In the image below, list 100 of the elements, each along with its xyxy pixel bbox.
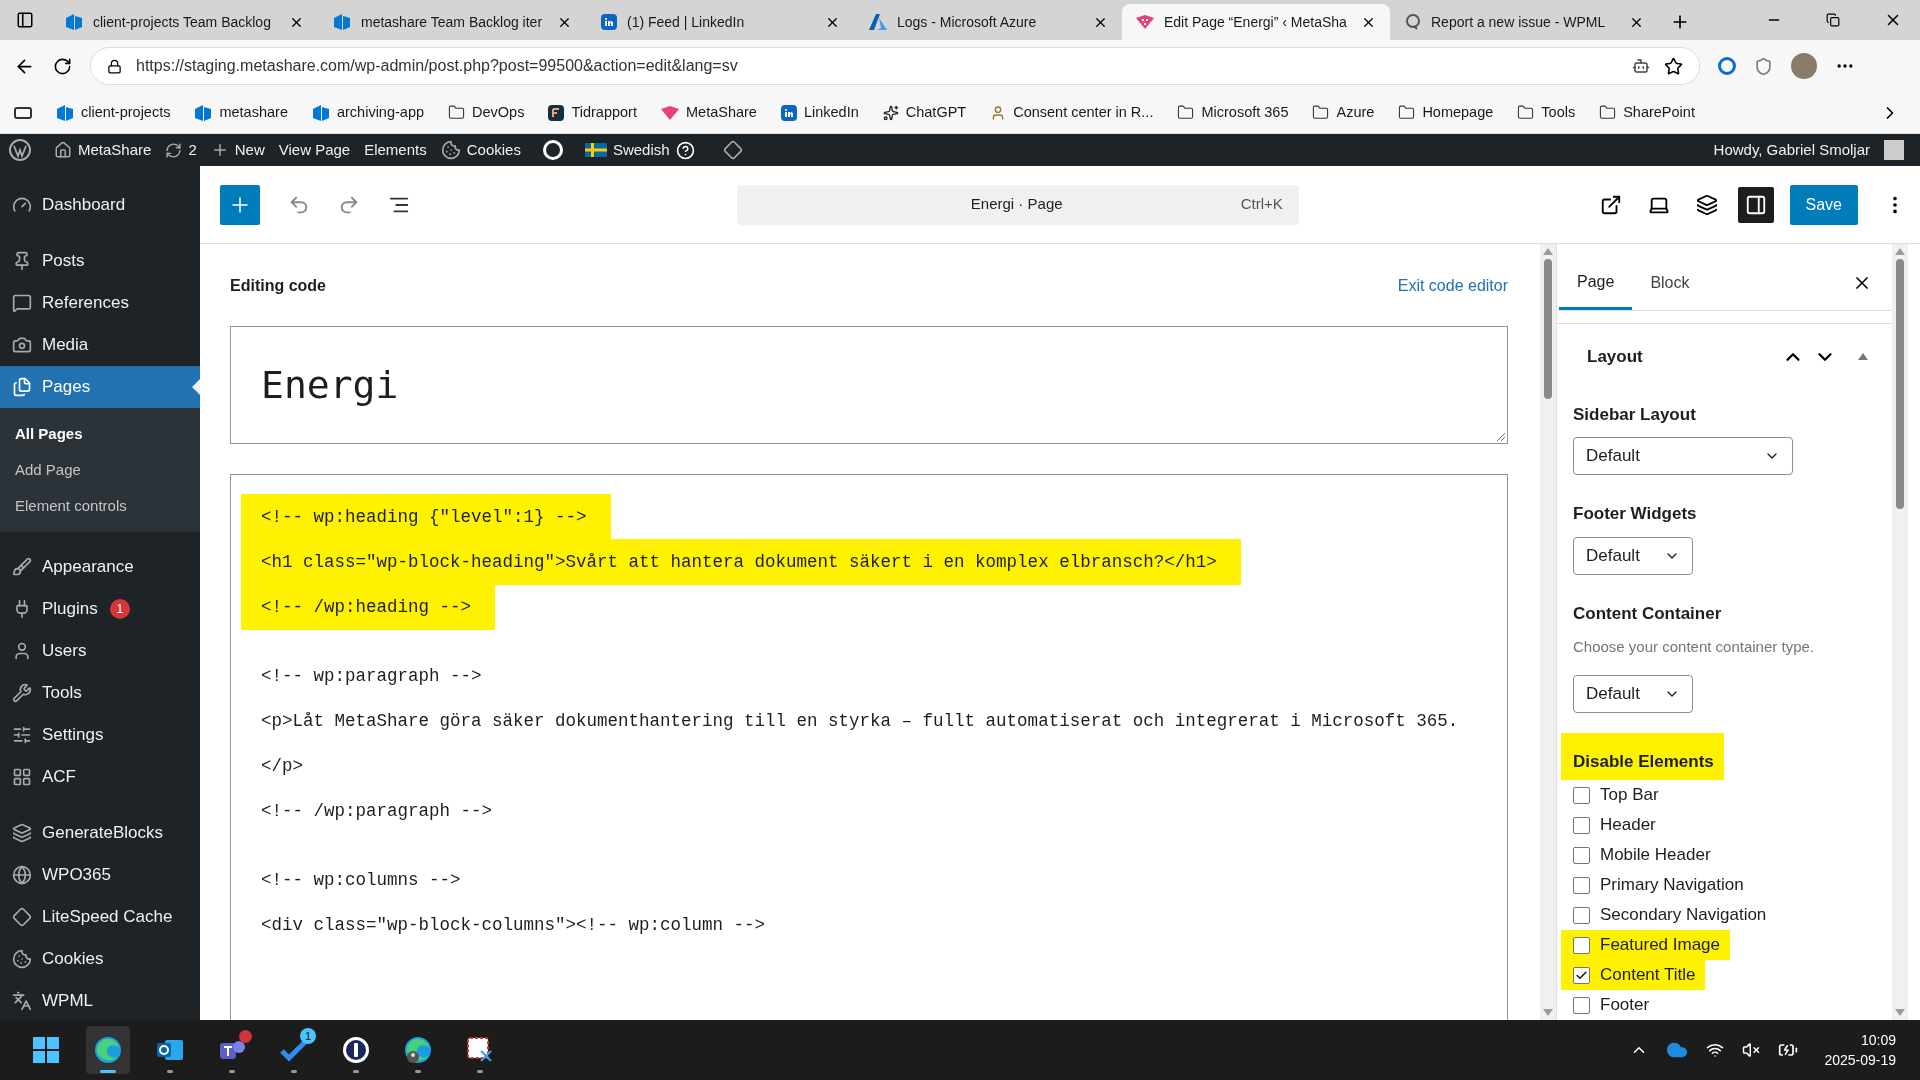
- address-field[interactable]: https://staging.metashare.com/wp-admin/post.php?post=99500&action=edit&lang=sv: [90, 47, 1700, 85]
- checkbox-row[interactable]: Header: [1573, 810, 1666, 840]
- menu-item[interactable]: Posts: [0, 240, 200, 282]
- command-bar[interactable]: Energi · Page Ctrl+K: [736, 184, 1299, 225]
- sidebar-tab[interactable]: Block: [1632, 256, 1708, 311]
- keyhole-circle-icon: [341, 1035, 371, 1065]
- clock[interactable]: 10:09 2025-09-19: [1824, 1030, 1896, 1070]
- mute-icon[interactable]: [1742, 1041, 1761, 1059]
- layers-icon: [12, 823, 32, 843]
- browser-tab[interactable]: (1) Feed | LinkedIn: [586, 4, 854, 40]
- updates-link[interactable]: 2: [165, 138, 197, 162]
- browser-tab[interactable]: Logs - Microsoft Azure: [854, 4, 1122, 40]
- select-dropdown[interactable]: Default: [1573, 674, 1693, 713]
- menu-item[interactable]: Plugins 1: [0, 588, 200, 630]
- menu-item[interactable]: Cookies: [0, 938, 200, 980]
- cube-grid-icon: [1136, 15, 1154, 29]
- checkbox-row[interactable]: Content Title: [1561, 960, 1706, 990]
- checkbox[interactable]: [1573, 936, 1590, 954]
- cube-grid-icon: [661, 105, 679, 120]
- diamond-icon[interactable]: [722, 140, 743, 160]
- sidebar-toggle-button[interactable]: [1737, 186, 1774, 223]
- select-dropdown[interactable]: Default: [1573, 437, 1793, 475]
- browser-tab[interactable]: metashare Team Backlog iter: [318, 4, 586, 40]
- layers-icon[interactable]: [1695, 193, 1718, 216]
- bookmark[interactable]: metashare: [194, 101, 288, 124]
- checkbox[interactable]: [1573, 786, 1590, 804]
- browser-tab[interactable]: client-projects Team Backlog: [50, 4, 318, 40]
- wordpress-logo-icon[interactable]: [8, 138, 32, 162]
- password-extension-icon[interactable]: [1718, 57, 1736, 75]
- external-link-icon[interactable]: [1599, 193, 1622, 216]
- bookmark[interactable]: Homepage: [1398, 101, 1494, 124]
- taskbar-app[interactable]: 1: [272, 1026, 316, 1074]
- view-page-link[interactable]: View Page: [278, 138, 351, 162]
- q-logo-icon[interactable]: [542, 140, 563, 160]
- greeting[interactable]: Howdy, Gabriel Smoljar: [1713, 138, 1870, 162]
- bookmark[interactable]: Tools: [1517, 101, 1576, 124]
- checkbox-row[interactable]: Top Bar: [1573, 780, 1669, 810]
- menu-item[interactable]: WPML: [0, 980, 200, 1020]
- taskbar-app[interactable]: [86, 1026, 130, 1074]
- bookmark[interactable]: client-projects: [56, 101, 171, 124]
- submenu-item[interactable]: Add Page: [0, 452, 200, 488]
- cookie-icon: [12, 949, 32, 969]
- bookmark[interactable]: LinkedIn: [780, 101, 859, 124]
- bookmark[interactable]: archiving-app: [311, 101, 425, 124]
- menu-item[interactable]: ACF: [0, 756, 200, 798]
- add-block-button[interactable]: [220, 184, 260, 225]
- menu-item[interactable]: Users: [0, 630, 200, 672]
- favorite-star-icon[interactable]: [1664, 56, 1683, 76]
- menu-item[interactable]: Appearance: [0, 546, 200, 588]
- reload-icon[interactable]: [53, 56, 72, 76]
- bookmark[interactable]: SharePoint: [1599, 101, 1695, 124]
- bookmark[interactable]: ChatGPT: [882, 101, 967, 124]
- bookmark[interactable]: MetaShare: [661, 101, 757, 124]
- checkbox[interactable]: [1573, 996, 1590, 1014]
- browser-tab[interactable]: Report a new issue - WPML: [1390, 4, 1658, 40]
- checkbox-row[interactable]: Secondary Navigation: [1573, 900, 1777, 930]
- menu-item[interactable]: GenerateBlocks: [0, 812, 200, 854]
- wifi-icon[interactable]: [1706, 1041, 1725, 1059]
- checkbox-row[interactable]: Footer: [1573, 990, 1660, 1020]
- checkbox-row[interactable]: Mobile Header: [1573, 840, 1721, 870]
- checkbox[interactable]: [1573, 906, 1590, 924]
- bookmark[interactable]: Consent center in R...: [990, 101, 1154, 124]
- menu-item[interactable]: Pages: [0, 366, 200, 408]
- title-field[interactable]: Energi: [230, 326, 1508, 444]
- menu-item[interactable]: Tools: [0, 672, 200, 714]
- bookmark[interactable]: Tidrapport: [548, 101, 637, 124]
- language-switcher[interactable]: Swedish: [584, 138, 695, 162]
- bookmark[interactable]: Microsoft 365: [1177, 101, 1289, 124]
- save-button[interactable]: Save: [1789, 184, 1858, 225]
- elements-link[interactable]: Elements: [364, 138, 427, 162]
- submenu-item[interactable]: All Pages: [0, 416, 200, 452]
- checkbox[interactable]: [1573, 876, 1590, 894]
- exit-code-editor-link[interactable]: Exit code editor: [1397, 274, 1508, 298]
- checkbox[interactable]: [1573, 846, 1590, 864]
- browser-tab[interactable]: Edit Page “Energi” ‹ MetaSha: [1122, 4, 1390, 40]
- checkbox[interactable]: [1573, 966, 1590, 984]
- collections-icon[interactable]: [14, 106, 32, 119]
- menu-item[interactable]: Dashboard: [0, 184, 200, 226]
- select-dropdown[interactable]: Default: [1573, 536, 1693, 575]
- new-link[interactable]: New: [210, 138, 265, 162]
- shield-icon[interactable]: [1754, 56, 1773, 76]
- checkbox-row[interactable]: Primary Navigation: [1573, 870, 1754, 900]
- menu-item[interactable]: Settings: [0, 714, 200, 756]
- sidebar-tab[interactable]: Page: [1559, 256, 1633, 311]
- restore-icon[interactable]: [1826, 13, 1840, 27]
- checkbox[interactable]: [1573, 816, 1590, 834]
- panel-icon[interactable]: [16, 11, 34, 29]
- cookies-link[interactable]: Cookies: [440, 138, 521, 162]
- bookmark[interactable]: Azure: [1312, 101, 1375, 124]
- checkbox-row[interactable]: Featured Image: [1561, 930, 1730, 960]
- menu-item[interactable]: References: [0, 282, 200, 324]
- collapse-triangle-icon[interactable]: [1858, 353, 1868, 361]
- submenu-item[interactable]: Element controls: [0, 488, 200, 524]
- menu-item[interactable]: LiteSpeed Cache: [0, 896, 200, 938]
- site-link[interactable]: MetaShare: [54, 138, 152, 162]
- bookmark[interactable]: DevOps: [448, 101, 525, 124]
- menu-item[interactable]: Media: [0, 324, 200, 366]
- user-icon: [12, 641, 32, 661]
- menu-item[interactable]: WPO365: [0, 854, 200, 896]
- profile-avatar[interactable]: [1791, 53, 1817, 79]
